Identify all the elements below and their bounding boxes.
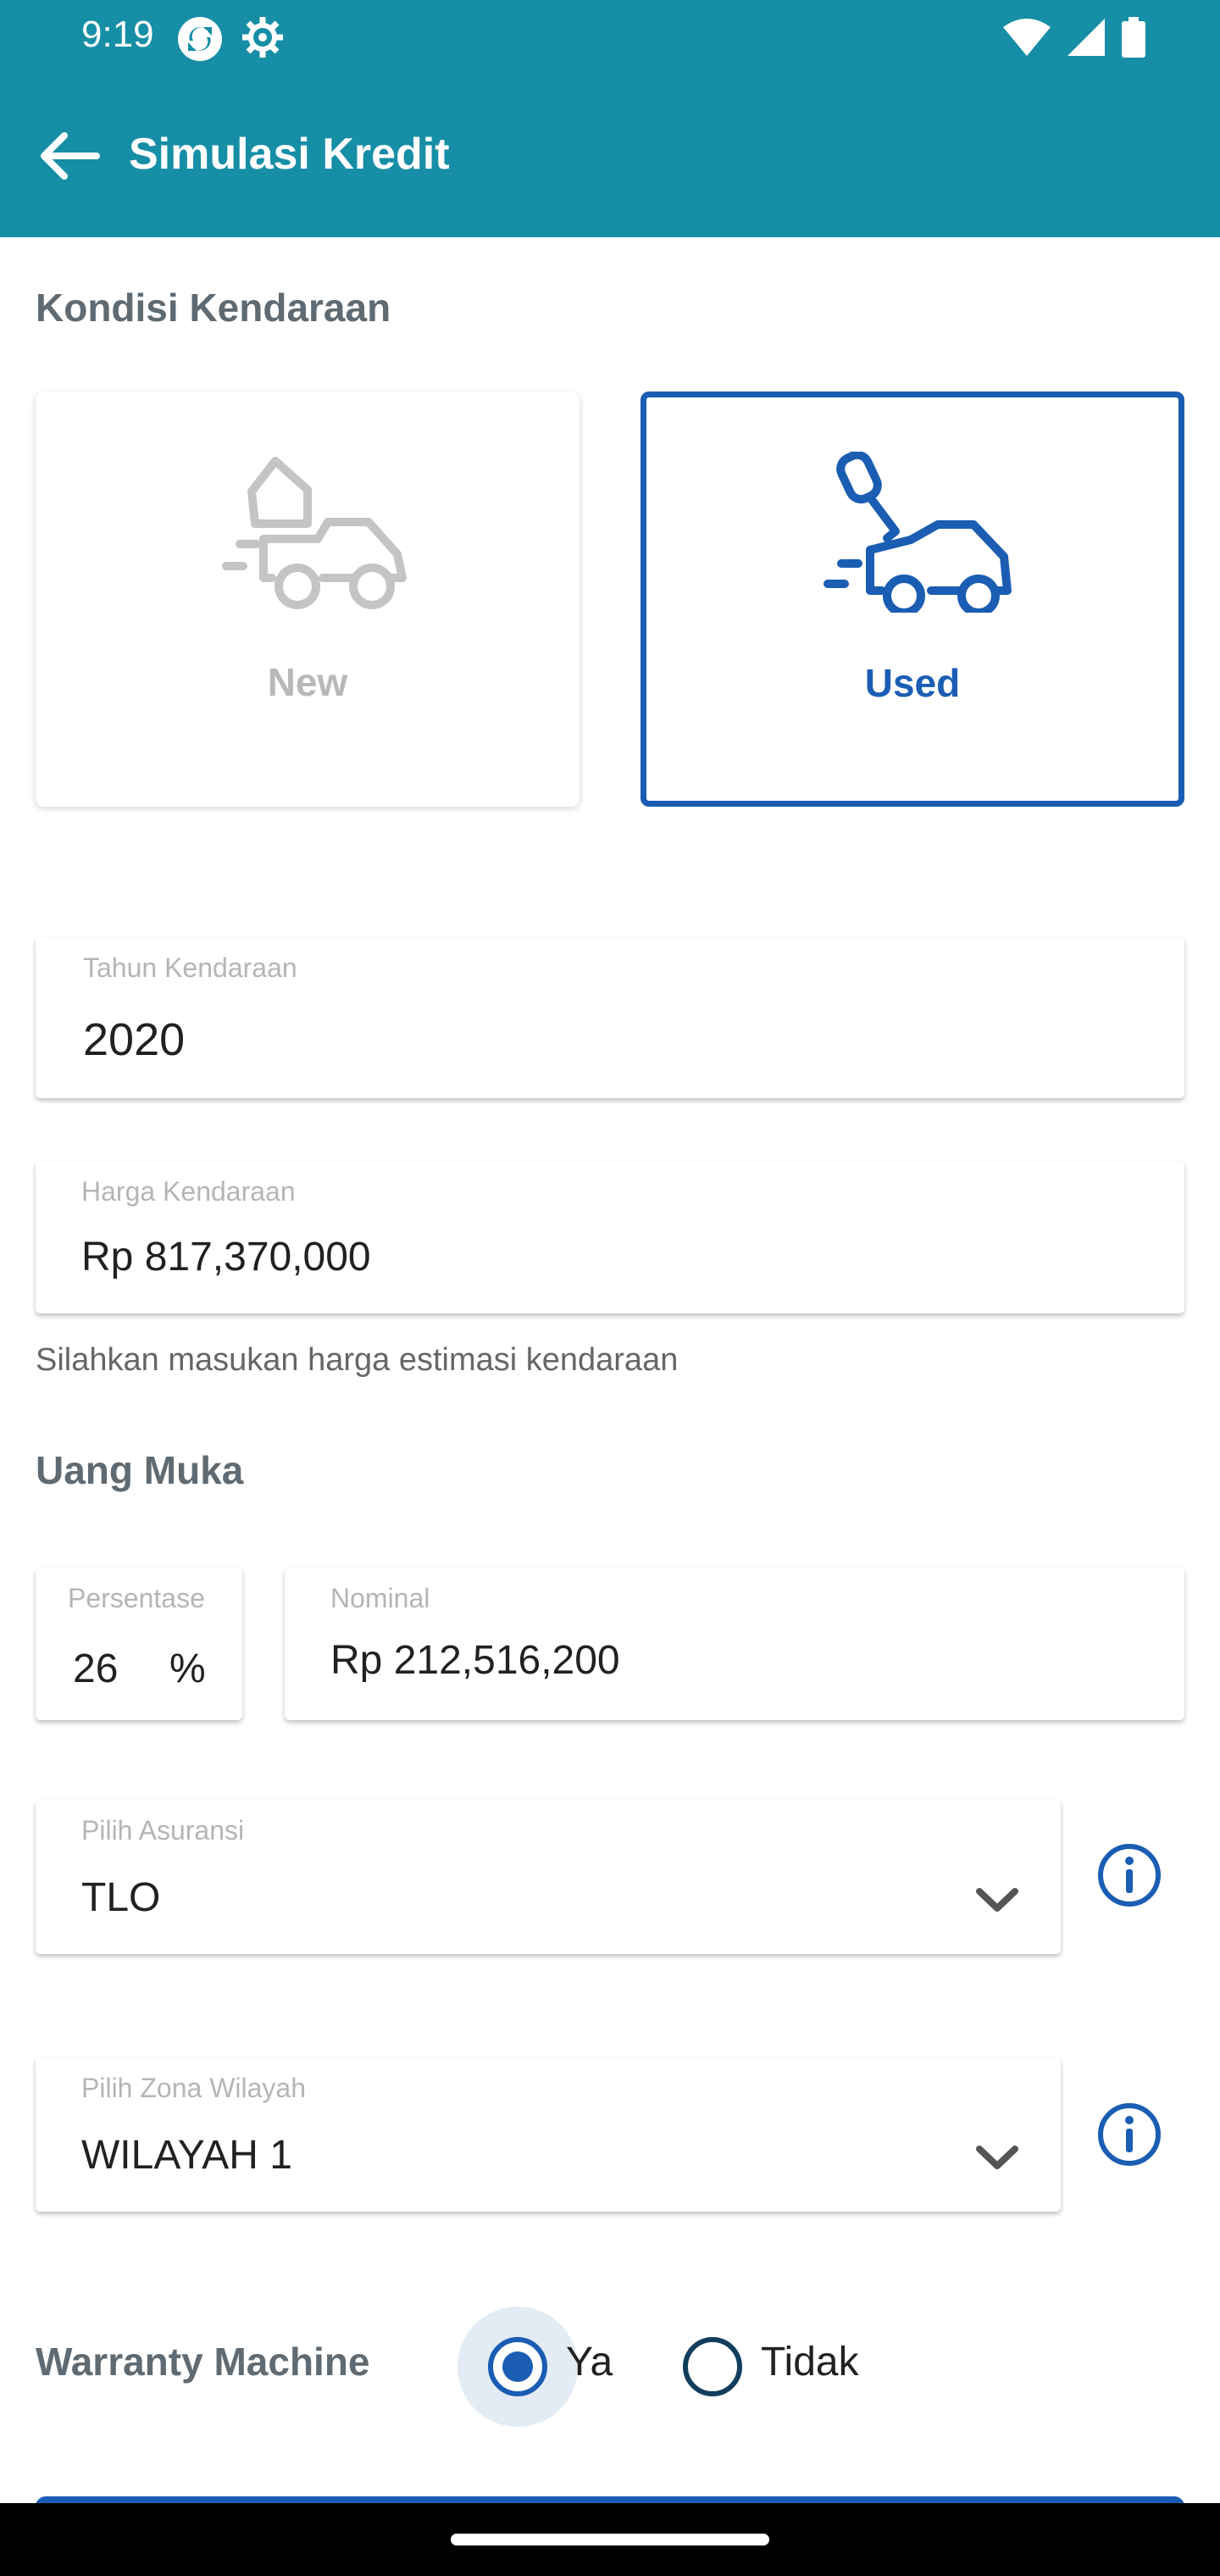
- vehicle-price-value: Rp 817,370,000: [81, 1235, 371, 1280]
- info-icon[interactable]: [1096, 1842, 1162, 1908]
- vehicle-price-label: Harga Kendaraan: [81, 1176, 296, 1207]
- arrow-left-icon: [41, 132, 100, 180]
- down-payment-nominal-field[interactable]: Nominal Rp 212,516,200: [285, 1568, 1184, 1720]
- chevron-down-icon: [976, 1888, 1018, 1912]
- status-time: 9:19: [81, 14, 154, 55]
- zone-value: WILAYAH 1: [81, 2133, 292, 2178]
- warranty-radio-tidak[interactable]: [683, 2337, 742, 2396]
- chevron-down-icon: [976, 2146, 1018, 2169]
- warranty-option-ya-label[interactable]: Ya: [566, 2339, 613, 2385]
- zone-select[interactable]: Pilih Zona Wilayah WILAYAH 1: [36, 2057, 1061, 2212]
- status-right-icons: [1003, 17, 1145, 58]
- system-navigation-bar: [0, 2503, 1220, 2576]
- insurance-label: Pilih Asuransi: [81, 1815, 245, 1846]
- percentage-unit: %: [169, 1646, 206, 1691]
- wifi-icon: [1003, 19, 1051, 56]
- section-title-vehicle-condition: Kondisi Kendaraan: [36, 286, 391, 330]
- new-car-tag-icon: [222, 457, 407, 609]
- battery-icon: [1122, 17, 1145, 58]
- info-icon[interactable]: [1096, 2101, 1162, 2168]
- condition-label-used: Used: [864, 661, 961, 705]
- home-gesture-handle[interactable]: [451, 2534, 769, 2545]
- back-button[interactable]: [30, 122, 105, 190]
- app-bar: Simulasi Kredit: [0, 75, 1220, 237]
- warranty-radio-ya[interactable]: [488, 2337, 547, 2396]
- warranty-option-tidak-label[interactable]: Tidak: [761, 2339, 859, 2385]
- status-left-icons: [176, 15, 285, 63]
- page-title: Simulasi Kredit: [129, 130, 450, 179]
- vehicle-price-field[interactable]: Harga Kendaraan Rp 817,370,000: [36, 1161, 1184, 1313]
- vehicle-year-value: 2020: [83, 1014, 186, 1065]
- nominal-label: Nominal: [330, 1583, 430, 1613]
- condition-option-new[interactable]: New: [36, 391, 580, 807]
- warranty-label: Warranty Machine: [36, 2340, 370, 2384]
- nominal-value: Rp 212,516,200: [330, 1638, 620, 1683]
- section-title-down-payment: Uang Muka: [36, 1448, 244, 1492]
- zone-label: Pilih Zona Wilayah: [81, 2073, 306, 2103]
- percentage-value: 26: [73, 1646, 119, 1691]
- vehicle-year-label: Tahun Kendaraan: [83, 952, 297, 983]
- vehicle-year-field[interactable]: Tahun Kendaraan 2020: [36, 937, 1184, 1098]
- used-car-key-icon: [824, 452, 1012, 613]
- condition-option-used[interactable]: Used: [640, 391, 1184, 807]
- signal-icon: [1068, 19, 1105, 56]
- down-payment-percentage-field[interactable]: Persentase 26 %: [36, 1568, 242, 1720]
- status-bar: 9:19: [0, 0, 1220, 75]
- percentage-label: Persentase: [68, 1583, 205, 1613]
- vehicle-price-helper: Silahkan masukan harga estimasi kendaraa…: [36, 1342, 679, 1378]
- insurance-value: TLO: [81, 1875, 161, 1920]
- settings-icon: [242, 17, 283, 58]
- radio-selected-dot: [502, 2351, 533, 2382]
- insurance-select[interactable]: Pilih Asuransi TLO: [36, 1800, 1061, 1954]
- condition-label-new: New: [267, 660, 348, 704]
- sync-icon: [178, 17, 222, 61]
